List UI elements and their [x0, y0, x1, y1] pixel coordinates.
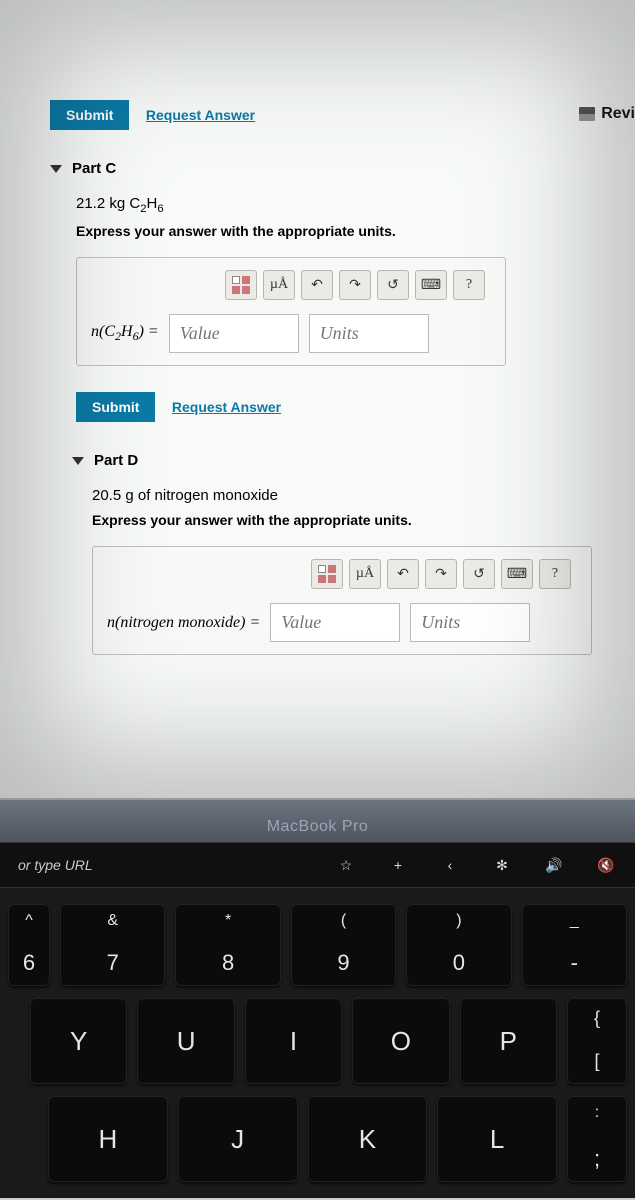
- key-K: K: [308, 1096, 428, 1182]
- key-semicolon: :;: [567, 1096, 627, 1182]
- key-P: P: [460, 998, 557, 1084]
- volume-icon[interactable]: 🔊: [543, 857, 565, 874]
- key-8: *8: [175, 904, 280, 986]
- part-c-header[interactable]: Part C: [50, 160, 627, 177]
- part-d-title: Part D: [94, 452, 138, 469]
- part-d-header[interactable]: Part D: [72, 452, 627, 469]
- help-button[interactable]: ?: [453, 270, 485, 300]
- key-Y: Y: [30, 998, 127, 1084]
- touchbar-url-hint[interactable]: or type URL: [18, 857, 93, 873]
- back-icon[interactable]: ‹: [439, 857, 461, 873]
- part-c-title: Part C: [72, 160, 116, 177]
- special-chars-button[interactable]: µÅ: [263, 270, 295, 300]
- key-U: U: [137, 998, 234, 1084]
- part-d-lhs: n(nitrogen monoxide) =: [107, 614, 260, 632]
- caret-down-icon: [72, 457, 84, 465]
- device-bezel-label: MacBook Pro: [0, 800, 635, 842]
- request-answer-link[interactable]: Request Answer: [172, 399, 281, 415]
- key-I: I: [245, 998, 342, 1084]
- undo-button[interactable]: ↶: [387, 559, 419, 589]
- part-d-given: 20.5 g of nitrogen monoxide: [92, 487, 627, 504]
- part-c-value-input[interactable]: [169, 314, 299, 353]
- request-answer-link[interactable]: Request Answer: [146, 107, 255, 123]
- key-J: J: [178, 1096, 298, 1182]
- undo-button[interactable]: ↶: [301, 270, 333, 300]
- brightness-icon[interactable]: ✻: [491, 857, 513, 874]
- special-chars-button[interactable]: µÅ: [349, 559, 381, 589]
- key-O: O: [352, 998, 449, 1084]
- keyboard-button[interactable]: ⌨: [415, 270, 447, 300]
- reset-button[interactable]: ↺: [377, 270, 409, 300]
- redo-button[interactable]: ↷: [339, 270, 371, 300]
- review-label: Revi: [601, 105, 635, 123]
- key-L: L: [437, 1096, 557, 1182]
- part-c-units-input[interactable]: [309, 314, 429, 353]
- keyboard-button[interactable]: ⌨: [501, 559, 533, 589]
- key-bracket-left: {[: [567, 998, 627, 1084]
- key-7: &7: [60, 904, 165, 986]
- part-c-lhs: n(C2H6) =: [91, 323, 159, 344]
- part-d-answer-box: µÅ ↶ ↷ ↺ ⌨ ? n(nitrogen monoxide) =: [92, 546, 592, 655]
- template-button[interactable]: [311, 559, 343, 589]
- part-d-instruction: Express your answer with the appropriate…: [92, 512, 627, 528]
- redo-button[interactable]: ↷: [425, 559, 457, 589]
- key-6: ^6: [8, 904, 50, 986]
- part-d-units-input[interactable]: [410, 603, 530, 642]
- part-c-instruction: Express your answer with the appropriate…: [76, 223, 627, 239]
- star-icon[interactable]: ☆: [335, 857, 357, 874]
- key--: _-: [522, 904, 627, 986]
- keyboard: ^6&7*8(9)0_- YUIOP{[ HJKL:;: [0, 888, 635, 1198]
- part-c-submit-row: Submit Request Answer: [76, 392, 627, 422]
- part-c-answer-box: µÅ ↶ ↷ ↺ ⌨ ? n(C2H6) =: [76, 257, 506, 366]
- part-b-submit-row: Submit Request Answer: [50, 100, 627, 130]
- submit-button[interactable]: Submit: [76, 392, 155, 422]
- part-c-given: 21.2 kg C2H6: [76, 195, 627, 215]
- part-d-value-input[interactable]: [270, 603, 400, 642]
- template-button[interactable]: [225, 270, 257, 300]
- review-link[interactable]: Revi: [579, 105, 635, 123]
- plus-icon[interactable]: +: [387, 857, 409, 873]
- key-0: )0: [406, 904, 511, 986]
- touchbar: or type URL ☆ + ‹ ✻ 🔊 🔇: [0, 842, 635, 888]
- reset-button[interactable]: ↺: [463, 559, 495, 589]
- caret-down-icon: [50, 165, 62, 173]
- submit-button[interactable]: Submit: [50, 100, 129, 130]
- mute-icon[interactable]: 🔇: [595, 857, 617, 874]
- key-9: (9: [291, 904, 396, 986]
- key-H: H: [48, 1096, 168, 1182]
- help-button[interactable]: ?: [539, 559, 571, 589]
- flag-icon: [579, 107, 595, 121]
